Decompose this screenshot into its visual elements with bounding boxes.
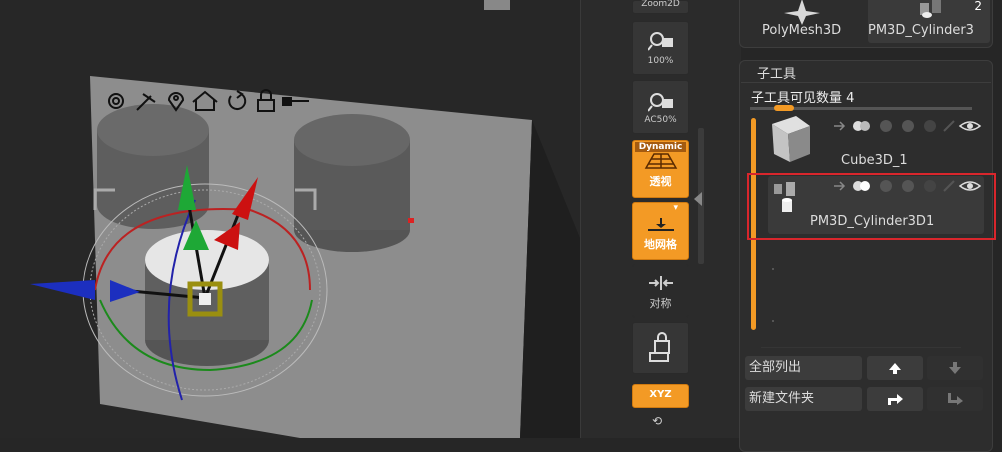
move-down-button[interactable] xyxy=(927,356,983,380)
perspective-icon xyxy=(633,153,688,173)
zoom100-button[interactable]: 100% xyxy=(632,21,689,75)
polymesh-star-icon[interactable] xyxy=(782,0,822,25)
perspective-label: 透视 xyxy=(649,175,672,188)
ac50-button[interactable]: AC50% xyxy=(632,80,689,134)
partial-object xyxy=(484,0,510,10)
move-out-button[interactable] xyxy=(927,387,983,411)
location-icon[interactable] xyxy=(167,92,185,112)
tool-count-badge: 2 xyxy=(974,0,982,13)
zoom100-label: 100% xyxy=(647,56,674,66)
subtool-item-cube[interactable]: Cube3D_1 xyxy=(764,114,984,172)
list-divider xyxy=(761,347,961,348)
dynamic-label: Dynamic xyxy=(635,142,686,152)
lock-icon[interactable] xyxy=(257,89,275,112)
symmetry-label: 对称 xyxy=(649,297,672,310)
symmetry-icon xyxy=(633,275,688,294)
zoom-icon xyxy=(633,30,688,56)
perspective-button[interactable]: Dynamic 透视 xyxy=(632,140,689,198)
local-symmetry-button[interactable] xyxy=(632,322,689,374)
symmetry-button[interactable]: 对称 xyxy=(632,264,689,318)
rotate-axis-icon[interactable]: ⟲ xyxy=(652,414,668,430)
tool-name-polymesh[interactable]: PolyMesh3D xyxy=(762,23,841,38)
visible-count-slider[interactable] xyxy=(750,105,972,111)
slider-handle[interactable] xyxy=(774,105,794,111)
actual-size-icon xyxy=(633,91,688,117)
subtool-title[interactable]: 子工具 xyxy=(757,63,796,82)
title-divider xyxy=(741,82,991,83)
xyz-label: XYZ xyxy=(649,389,672,400)
floor-axis-indicator: ▾ xyxy=(673,203,678,213)
camera-lock-icon xyxy=(633,331,688,367)
floor-label: 地网格 xyxy=(644,238,677,251)
x-axis-arrow xyxy=(30,280,95,300)
visible-count-label[interactable]: 子工具可见数量 4 xyxy=(751,87,854,106)
subtool-item-controls xyxy=(834,120,982,132)
home-icon[interactable] xyxy=(192,90,218,111)
move-up-button[interactable] xyxy=(867,356,923,380)
reset-icon[interactable] xyxy=(228,90,247,111)
list-all-button[interactable]: 全部列出 xyxy=(745,356,862,380)
collapse-arrow-icon[interactable] xyxy=(694,192,702,206)
ac50-label: AC50% xyxy=(644,115,677,125)
highlight-box xyxy=(747,173,996,240)
arrow-down-turn-icon xyxy=(948,393,963,405)
new-folder-button[interactable]: 新建文件夹 xyxy=(745,387,862,411)
gizmo-toolbar xyxy=(103,88,313,114)
gear-icon[interactable] xyxy=(108,93,124,109)
zoom2d-button[interactable]: Zoom2D xyxy=(632,0,689,14)
move-into-button[interactable] xyxy=(867,387,923,411)
scene-canvas[interactable] xyxy=(0,0,580,438)
pin-icon[interactable] xyxy=(136,93,156,111)
cube-thumbnail xyxy=(772,116,810,162)
arrow-down-icon xyxy=(949,362,961,374)
3d-viewport[interactable] xyxy=(0,0,580,438)
empty-slot xyxy=(772,320,774,322)
floor-icon xyxy=(633,217,688,236)
arrow-up-icon xyxy=(889,363,901,374)
tool-name-cylinder[interactable]: PM3D_Cylinder3 xyxy=(868,23,974,38)
subtool-item-name: Cube3D_1 xyxy=(841,153,908,168)
tool-palette: PolyMesh3D 2 PM3D_Cylinder3 xyxy=(739,0,993,48)
zoom2d-label: Zoom2D xyxy=(641,0,680,9)
xyz-button[interactable]: XYZ xyxy=(632,384,689,408)
empty-slot xyxy=(772,268,774,270)
slider-icon[interactable] xyxy=(282,97,309,106)
arrow-right-turn-icon xyxy=(888,394,903,405)
floor-grid-button[interactable]: ▾ 地网格 xyxy=(632,202,689,260)
